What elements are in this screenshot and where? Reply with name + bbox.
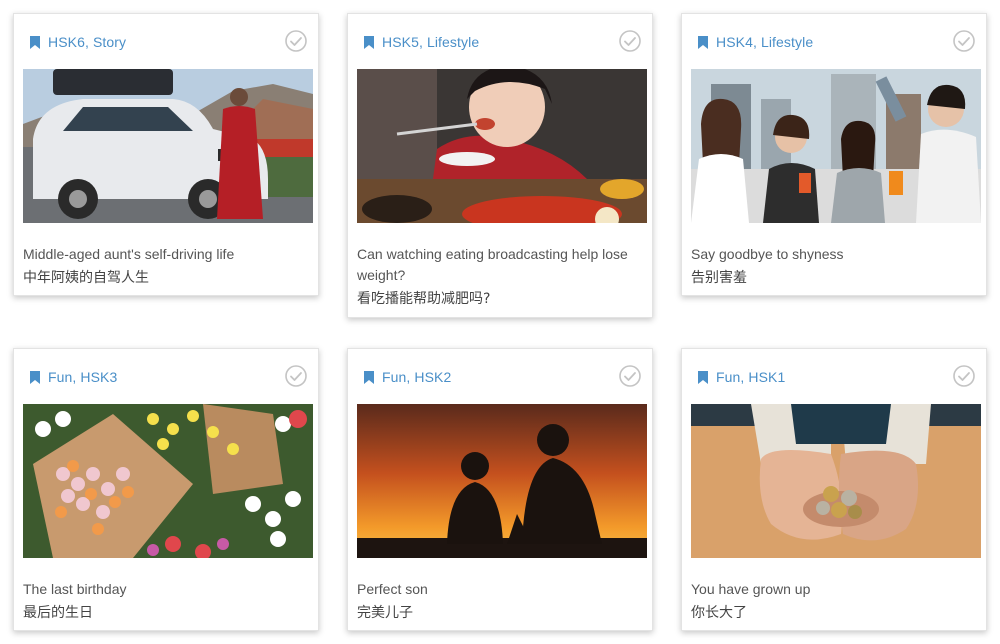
check-circle-icon[interactable] xyxy=(952,29,976,53)
bookmark-icon xyxy=(698,36,708,49)
card-tag: HSK4, Lifestyle xyxy=(716,34,814,50)
card-thumbnail[interactable] xyxy=(691,404,981,558)
card-title-en: You have grown up xyxy=(691,581,811,597)
card-header: HSK6, Story xyxy=(14,14,318,68)
bookmark-icon xyxy=(30,36,40,49)
card-tag: HSK5, Lifestyle xyxy=(382,34,480,50)
card-thumbnail[interactable] xyxy=(357,404,647,558)
friends-party-image xyxy=(691,69,981,223)
card-tag: Fun, HSK2 xyxy=(382,369,452,385)
card-title-en: Can watching eating broadcasting help lo… xyxy=(357,246,628,283)
check-circle-icon[interactable] xyxy=(618,364,642,388)
card-thumbnail[interactable] xyxy=(691,69,981,223)
card-title-en: Middle-aged aunt's self-driving life xyxy=(23,246,235,262)
card-thumbnail[interactable] xyxy=(357,69,647,223)
car-roadtrip-image xyxy=(23,69,313,223)
card-header: Fun, HSK2 xyxy=(348,349,652,403)
bookmark-icon xyxy=(698,371,708,384)
hands-coins-image xyxy=(691,404,981,558)
card-title-en: The last birthday xyxy=(23,581,127,597)
card-title-en: Perfect son xyxy=(357,581,428,597)
check-circle-icon[interactable] xyxy=(618,29,642,53)
flowers-image xyxy=(23,404,313,558)
eating-broadcast-image xyxy=(357,69,647,223)
lesson-card[interactable]: Fun, HSK3 The last birthday 最后的生日 xyxy=(13,348,319,631)
lesson-card[interactable]: HSK5, Lifestyle Can watching eating broa… xyxy=(347,13,653,318)
card-title-zh: 完美儿子 xyxy=(357,605,413,621)
check-circle-icon[interactable] xyxy=(284,364,308,388)
card-tag: Fun, HSK1 xyxy=(716,369,786,385)
card-header: Fun, HSK3 xyxy=(14,349,318,403)
card-header: Fun, HSK1 xyxy=(682,349,986,403)
card-header: HSK4, Lifestyle xyxy=(682,14,986,68)
bookmark-icon xyxy=(364,371,374,384)
sunset-silhouette-image xyxy=(357,404,647,558)
lesson-card[interactable]: Fun, HSK1 You have grown up 你长大了 xyxy=(681,348,987,631)
card-thumbnail[interactable] xyxy=(23,404,313,558)
lesson-card[interactable]: HSK6, Story Middle-aged aunt's self-driv… xyxy=(13,13,319,296)
check-circle-icon[interactable] xyxy=(952,364,976,388)
card-title-zh: 告别害羞 xyxy=(691,270,747,286)
lesson-card[interactable]: HSK4, Lifestyle Say goodbye to shyness 告… xyxy=(681,13,987,296)
card-tag: Fun, HSK3 xyxy=(48,369,118,385)
card-title-zh: 最后的生日 xyxy=(23,605,93,621)
bookmark-icon xyxy=(364,36,374,49)
card-thumbnail[interactable] xyxy=(23,69,313,223)
check-circle-icon[interactable] xyxy=(284,29,308,53)
card-title-en: Say goodbye to shyness xyxy=(691,246,844,262)
card-title-zh: 看吃播能帮助减肥吗? xyxy=(357,291,491,307)
card-tag: HSK6, Story xyxy=(48,34,127,50)
card-title-zh: 你长大了 xyxy=(691,605,747,621)
lesson-card[interactable]: Fun, HSK2 Perfect son 完美儿子 xyxy=(347,348,653,631)
card-title-zh: 中年阿姨的自驾人生 xyxy=(23,270,149,286)
card-header: HSK5, Lifestyle xyxy=(348,14,652,68)
bookmark-icon xyxy=(30,371,40,384)
